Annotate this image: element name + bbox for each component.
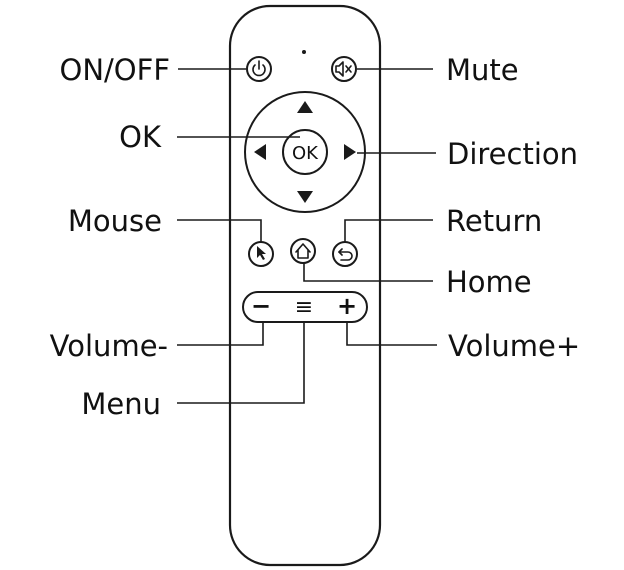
label-on-off: ON/OFF (60, 53, 170, 87)
volume-menu-bar: − ≡ + (242, 291, 368, 323)
label-home: Home (446, 265, 532, 299)
indicator-light (302, 50, 306, 54)
home-button[interactable] (290, 238, 316, 264)
label-return: Return (446, 204, 542, 238)
mouse-button[interactable] (248, 241, 274, 267)
volume-plus-button[interactable]: + (337, 292, 357, 320)
remote-control-diagram: OK − ≡ + ON/OFF Mute OK Direction Mouse … (50, 4, 580, 567)
label-ok: OK (119, 120, 162, 154)
label-menu: Menu (81, 387, 161, 421)
label-volume-plus: Volume+ (448, 329, 580, 363)
label-volume-minus: Volume- (50, 329, 168, 363)
label-mouse: Mouse (68, 204, 162, 238)
volume-minus-button[interactable]: − (251, 292, 271, 320)
mute-button[interactable] (331, 56, 357, 82)
power-button[interactable] (246, 56, 272, 82)
label-mute: Mute (446, 53, 519, 87)
return-button[interactable] (332, 241, 358, 267)
label-direction: Direction (447, 137, 578, 171)
remote-body (228, 4, 382, 567)
menu-button[interactable]: ≡ (295, 295, 313, 320)
ok-button-text: OK (292, 143, 319, 164)
